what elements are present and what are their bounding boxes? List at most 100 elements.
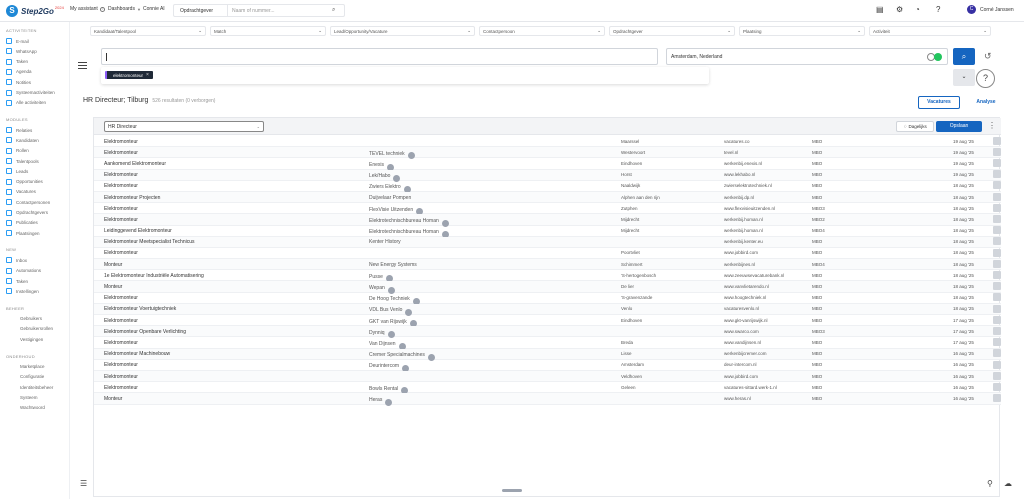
job-title[interactable]: Elektromonteur Meetspecialist Technicus <box>104 239 195 245</box>
query-input[interactable] <box>101 48 658 65</box>
sidebar-item[interactable]: Taken <box>6 58 28 66</box>
sidebar-item[interactable]: Notities <box>6 78 31 86</box>
tab-analyse[interactable]: Analyse <box>964 96 1008 109</box>
table-row[interactable]: Elektromonteur Veldhoven www.jobbird.com MB… <box>94 370 1001 383</box>
filter-select[interactable]: Contactpersoon ⌄ <box>479 26 605 36</box>
sidebar-item[interactable]: Contactpersonen <box>6 198 50 206</box>
map-pin-icon[interactable]: ⚲ <box>987 479 993 488</box>
sidebar-item[interactable]: Kandidaten <box>6 136 39 144</box>
sidebar-item[interactable]: Agenda <box>6 68 32 76</box>
filter-select[interactable]: Activiteit ⌄ <box>869 26 991 36</box>
row-action-icon[interactable] <box>993 259 1001 268</box>
app-logo[interactable]: S Step2Go 2024 <box>6 4 64 18</box>
table-row[interactable]: Elektromonteur Zwiers Elektro Naaldwijk zwi… <box>94 181 1001 193</box>
sidebar-item[interactable]: Configuratie <box>20 373 44 381</box>
job-title[interactable]: Elektromonteur <box>104 250 138 256</box>
job-title[interactable]: Elektromonteur <box>104 318 138 324</box>
location-active-icon[interactable] <box>934 53 942 61</box>
table-row[interactable]: Elektromonteur Poortvliet www.jobbird.com M… <box>94 248 1001 260</box>
row-action-icon[interactable] <box>993 338 1001 347</box>
job-title[interactable]: Elektromonteur <box>104 374 138 380</box>
sidebar-item[interactable]: Taken <box>6 277 28 285</box>
sidebar-item[interactable]: Instellingen <box>6 287 39 295</box>
table-row[interactable]: Elektromonteur FlexVisie Uitzenden Zutphen… <box>94 203 1001 216</box>
job-title[interactable]: Elektromonteur <box>104 150 138 156</box>
row-action-icon[interactable] <box>993 360 1001 369</box>
job-title[interactable]: Elektromonteur <box>104 340 138 346</box>
table-row[interactable]: Elektromonteur Openbare Verlichting Dynni… <box>94 326 1001 339</box>
table-row[interactable]: Elektromonteur Projecten Duijvelaar Pompe… <box>94 191 1001 204</box>
job-title[interactable]: Elektromonteur <box>104 139 138 145</box>
row-action-icon[interactable] <box>993 237 1001 246</box>
menu-icon[interactable] <box>78 62 87 69</box>
sidebar-item[interactable]: Plaatsingen <box>6 229 40 237</box>
row-action-icon[interactable] <box>993 192 1001 201</box>
table-row[interactable]: Elektromonteur Lek/Habo Horst www.lekhabo.n… <box>94 169 1001 182</box>
table-row[interactable]: Elektromonteur Van Dijnsen Breda www.vandij… <box>94 337 1001 350</box>
job-title[interactable]: Monteur <box>104 284 122 290</box>
verified-icon[interactable] <box>385 398 393 406</box>
row-action-icon[interactable] <box>993 203 1001 212</box>
sidebar-item[interactable]: Gebruikersrollen <box>20 325 53 333</box>
row-action-icon[interactable] <box>993 270 1001 279</box>
row-action-icon[interactable] <box>993 181 1001 190</box>
sidebar-item[interactable]: Vacatures <box>6 188 36 196</box>
row-action-icon[interactable] <box>993 282 1001 291</box>
sidebar-item[interactable]: E-mail <box>6 37 29 45</box>
table-row[interactable]: Elektromonteur Voertuigtechniek VDL Bus V… <box>94 303 1001 316</box>
job-title[interactable]: Elektromonteur <box>104 385 138 391</box>
row-action-icon[interactable] <box>993 371 1001 380</box>
table-row[interactable]: Leidinggevend Elektromonteur Elektrotechn… <box>94 226 1001 238</box>
sidebar-item[interactable]: Identiteitsbeheer <box>20 383 53 391</box>
sidebar-item[interactable]: Wachtwoord <box>20 404 45 412</box>
row-action-icon[interactable] <box>993 382 1001 391</box>
sidebar-item[interactable]: Opportunities <box>6 178 43 186</box>
settings-icon[interactable]: ⚙ <box>896 5 903 14</box>
sidebar-item[interactable]: Systeem <box>20 393 38 401</box>
sidebar-item[interactable]: Talentpools <box>6 157 39 165</box>
profile-select[interactable]: HR Directeur ⌄ <box>104 121 264 132</box>
job-title[interactable]: Monteur <box>104 262 122 268</box>
sidebar-item[interactable]: Automations <box>6 267 41 275</box>
location-input[interactable]: Amsterdam, Nederland <box>666 48 948 65</box>
table-row[interactable]: Elektromonteur Bowls Rental Geleen vacature… <box>94 382 1001 395</box>
table-row[interactable]: Monteur New Energy Systems Schimmert werken… <box>94 259 1001 271</box>
row-action-icon[interactable] <box>993 394 1001 403</box>
sidebar-item[interactable]: Publicaties <box>6 219 38 227</box>
row-action-icon[interactable] <box>993 136 1001 145</box>
row-action-icon[interactable] <box>993 226 1001 235</box>
cloud-icon[interactable]: ☁ <box>1004 479 1012 488</box>
scroll-handle[interactable] <box>502 489 522 492</box>
row-action-icon[interactable] <box>993 349 1001 358</box>
filter-list-icon[interactable]: ☰ <box>80 479 87 488</box>
row-action-icon[interactable] <box>993 304 1001 313</box>
job-title[interactable]: Elektromonteur Projecten <box>104 195 160 201</box>
job-title[interactable]: Elektromonteur <box>104 183 138 189</box>
job-title[interactable]: Elektromonteur <box>104 362 138 368</box>
table-row[interactable]: Elektromonteur Deurintercom Amsterdam deur-… <box>94 360 1001 372</box>
table-row[interactable]: Elektromonteur Machinebouw Cremer Special… <box>94 348 1001 361</box>
job-title[interactable]: Monteur <box>104 396 122 402</box>
row-action-icon[interactable] <box>993 293 1001 302</box>
save-button[interactable]: Opslaan <box>936 121 982 132</box>
table-row[interactable]: Elektromonteur De Hoog Techniek 'S-gravenz… <box>94 293 1001 305</box>
table-row[interactable]: Elektromonteur Maarssel vacatures.co MBO 19 … <box>94 136 1001 148</box>
sidebar-item[interactable]: Gebruikers <box>20 315 42 323</box>
table-row[interactable]: Elektromonteur Meetspecialist Technicus K… <box>94 236 1001 248</box>
row-action-icon[interactable] <box>993 147 1001 156</box>
sidebar-item[interactable]: Rollen <box>6 147 29 155</box>
sidebar-item[interactable]: Opdrachtgevers <box>6 209 48 217</box>
job-title[interactable]: Elektromonteur Voertuigtechniek <box>104 306 176 312</box>
reset-icon[interactable]: ↺ <box>984 51 992 62</box>
row-action-icon[interactable] <box>993 326 1001 335</box>
sidebar-item[interactable]: Inbox <box>6 256 27 264</box>
tab-vacatures[interactable]: Vacatures <box>918 96 960 109</box>
sidebar-item[interactable]: Relaties <box>6 126 32 134</box>
sidebar-item[interactable]: WhatsApp <box>6 47 37 55</box>
chart-icon[interactable]: ◔ <box>915 5 920 14</box>
document-icon[interactable]: ▤ <box>876 5 884 14</box>
filter-select[interactable]: Match ⌄ <box>210 26 326 36</box>
job-title[interactable]: Elektromonteur Openbare Verlichting <box>104 329 186 335</box>
job-title[interactable]: Elektromonteur Machinebouw <box>104 351 170 357</box>
filter-select[interactable]: Kandidaat/Talentpool ⌄ <box>90 26 206 36</box>
